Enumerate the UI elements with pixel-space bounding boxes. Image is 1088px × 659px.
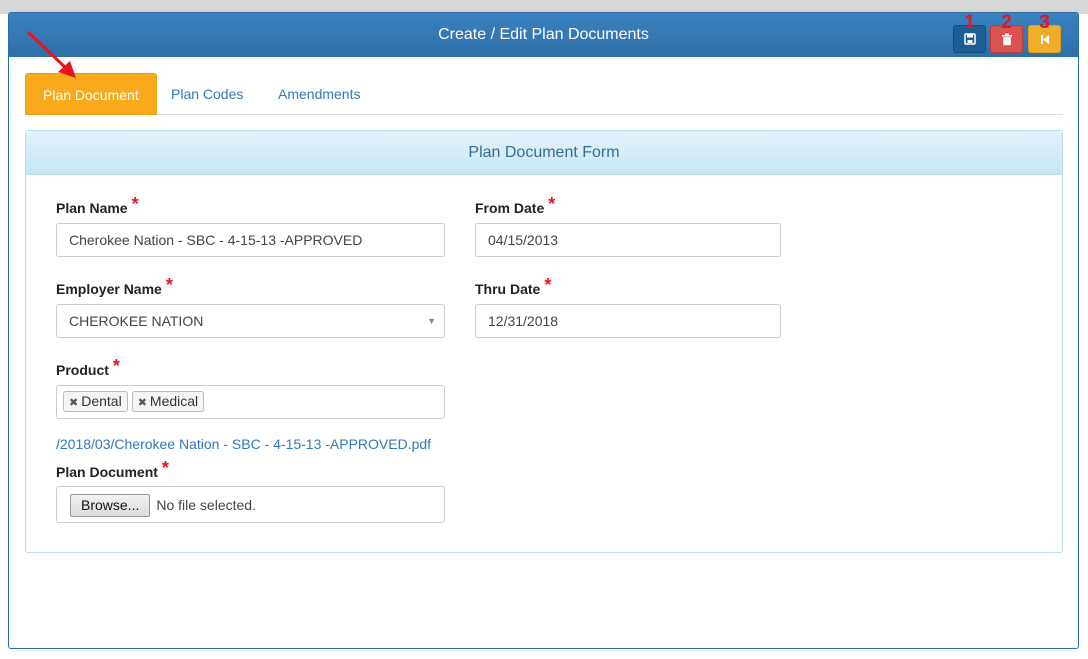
employer-name-value: CHEROKEE NATION — [69, 313, 204, 329]
employer-name-label: Employer Name * — [56, 275, 173, 297]
plan-document-file-input[interactable]: Browse... No file selected. — [56, 486, 445, 523]
plan-document-file-link[interactable]: /2018/03/Cherokee Nation - SBC - 4-15-13… — [56, 436, 431, 452]
product-label: Product * — [56, 356, 120, 378]
annotation-number-1: 1 — [964, 12, 975, 33]
save-icon — [963, 33, 976, 45]
from-date-label: From Date * — [475, 194, 556, 216]
product-tag[interactable]: ✖ Dental — [63, 391, 128, 412]
required-mark: * — [165, 275, 173, 295]
back-button[interactable]: 3 — [1028, 12, 1061, 53]
thru-date-input[interactable]: 12/31/2018 — [475, 304, 781, 338]
chevron-down-icon: ▼ — [427, 316, 436, 326]
product-tag[interactable]: ✖ Medical — [131, 391, 205, 412]
required-mark: * — [131, 194, 139, 214]
trash-icon — [1001, 33, 1012, 45]
plan-documents-window: Create / Edit Plan Documents 1 2 3 Plan … — [8, 12, 1079, 649]
delete-button[interactable]: 2 — [990, 12, 1023, 53]
title-bar: Create / Edit Plan Documents 1 2 3 — [9, 12, 1078, 57]
browse-button[interactable]: Browse... — [70, 493, 151, 517]
step-backward-icon — [1040, 34, 1049, 44]
tab-plan-document[interactable]: Plan Document — [25, 73, 157, 115]
required-mark: * — [112, 356, 120, 376]
employer-name-select[interactable]: CHEROKEE NATION ▼ — [56, 304, 445, 338]
annotation-number-3: 3 — [1039, 12, 1050, 33]
file-status: No file selected. — [156, 496, 256, 513]
tab-bar: Plan Document Plan Codes Amendments — [25, 73, 1063, 115]
remove-tag-icon[interactable]: ✖ — [138, 397, 147, 409]
tab-amendments[interactable]: Amendments — [261, 73, 377, 115]
annotation-number-2: 2 — [1001, 12, 1012, 33]
required-mark: * — [161, 458, 169, 478]
required-mark: * — [548, 194, 556, 214]
from-date-input[interactable]: 04/15/2013 — [475, 223, 781, 257]
product-multiselect[interactable]: ✖ Dental ✖ Medical — [56, 385, 445, 419]
tab-plan-codes[interactable]: Plan Codes — [154, 73, 260, 115]
plan-name-label: Plan Name * — [56, 194, 139, 216]
window-title: Create / Edit Plan Documents — [438, 26, 649, 43]
plan-document-label: Plan Document * — [56, 458, 169, 480]
plan-document-form-panel: Plan Document Form Plan Name * Cherokee N… — [25, 130, 1063, 553]
save-button[interactable]: 1 — [953, 12, 986, 53]
form-title: Plan Document Form — [26, 131, 1062, 175]
remove-tag-icon[interactable]: ✖ — [69, 397, 78, 409]
thru-date-label: Thru Date * — [475, 275, 552, 297]
plan-name-input[interactable]: Cherokee Nation - SBC - 4-15-13 -APPROVE… — [56, 223, 445, 257]
required-mark: * — [544, 275, 552, 295]
